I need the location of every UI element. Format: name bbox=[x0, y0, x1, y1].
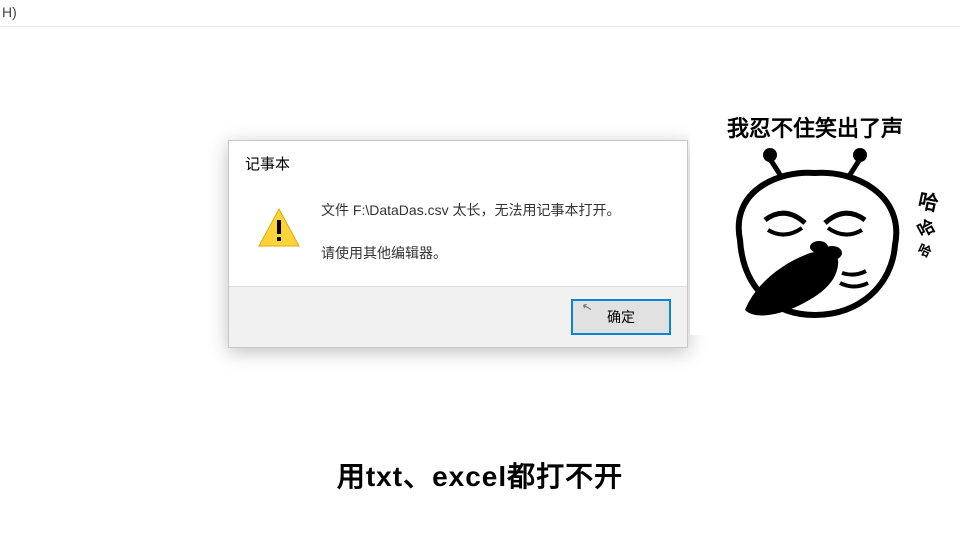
meme-laugh-2: 哈 bbox=[915, 217, 938, 241]
meme-laugh-1: 哈 bbox=[916, 191, 940, 216]
meme-sticker: 我忍不住笑出了声 哈 哈 哈 bbox=[690, 105, 940, 335]
meme-caption: 我忍不住笑出了声 bbox=[690, 105, 940, 143]
dialog-footer: 确定 bbox=[229, 286, 687, 347]
dialog-message: 文件 F:\DataDas.csv 太长，无法用记事本打开。 请使用其他编辑器。 bbox=[321, 200, 620, 264]
error-dialog: 记事本 文件 F:\DataDas.csv 太长，无法用记事本打开。 请使用其他… bbox=[228, 140, 688, 348]
dialog-title: 记事本 bbox=[229, 141, 687, 182]
meme-face-icon bbox=[710, 145, 920, 320]
dialog-body: 文件 F:\DataDas.csv 太长，无法用记事本打开。 请使用其他编辑器。 bbox=[229, 182, 687, 286]
top-divider bbox=[0, 26, 960, 27]
meme-laugh-3: 哈 bbox=[916, 242, 934, 260]
meme-laugh-text: 哈 哈 哈 bbox=[918, 193, 938, 260]
subtitle-caption: 用txt、excel都打不开 bbox=[0, 455, 960, 495]
dialog-message-line1: 文件 F:\DataDas.csv 太长，无法用记事本打开。 bbox=[321, 200, 620, 221]
menu-fragment: H) bbox=[0, 0, 19, 24]
warning-icon bbox=[257, 206, 301, 255]
dialog-message-line2: 请使用其他编辑器。 bbox=[321, 243, 620, 264]
